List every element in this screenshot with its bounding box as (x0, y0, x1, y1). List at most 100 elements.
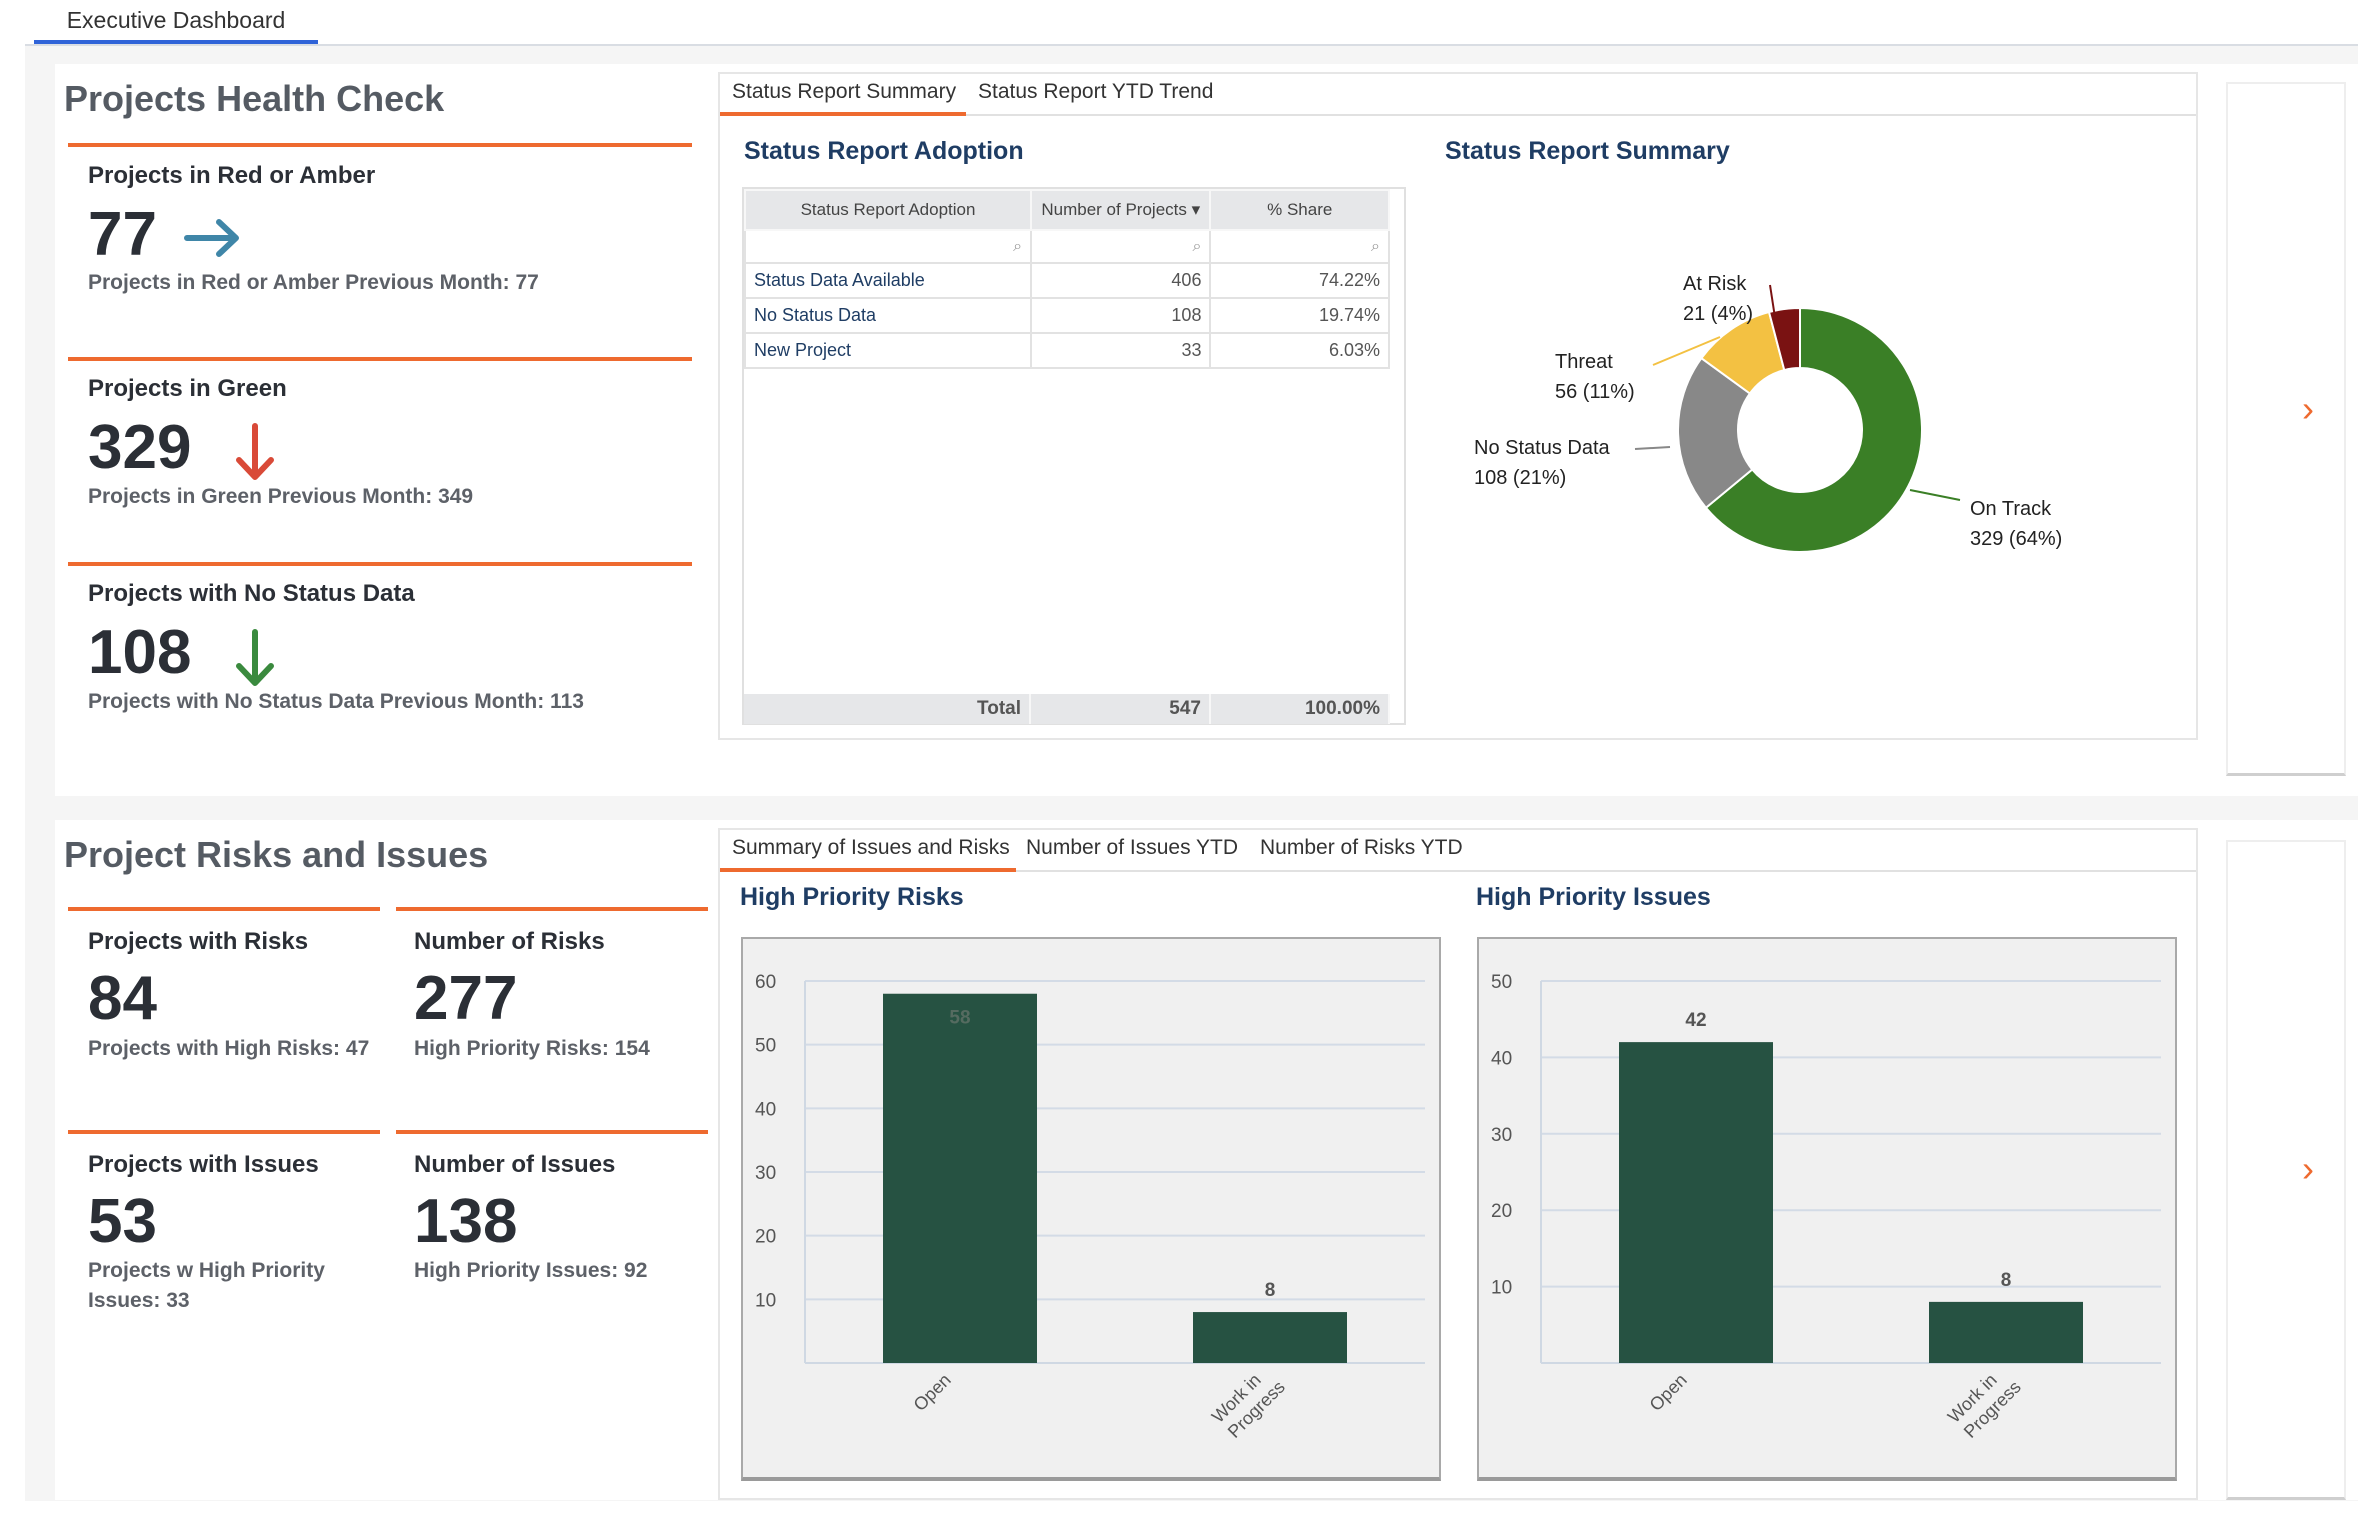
kpi-title: Number of Issues (414, 1151, 616, 1178)
y-tick-label: 60 (755, 972, 776, 993)
y-tick-label: 40 (1491, 1048, 1512, 1069)
kpi-value: 77 (88, 200, 157, 269)
kpi-title: Projects in Green (88, 375, 287, 402)
column-header[interactable]: Status Report Adoption (743, 189, 1033, 231)
section-title-health: Projects Health Check (64, 78, 445, 119)
kpi-value: 138 (414, 1187, 518, 1256)
column-header[interactable]: % Share (1209, 189, 1390, 231)
arrow-right-icon (184, 219, 239, 257)
bar-value-label: 8 (1265, 1280, 1276, 1301)
tab-number-risks-ytd[interactable]: Number of Risks YTD (1260, 836, 1463, 860)
y-tick-label: 50 (755, 1036, 776, 1057)
kpi-subtext: Projects with High Risks: 47 (88, 1037, 370, 1060)
kpi-divider (68, 143, 692, 147)
status-tabstrip: Status Report Summary Status Report YTD … (720, 74, 2196, 116)
issues-bar-chart: 10 20 30 40 50 42 Open 8 Work in Progress (1477, 937, 2177, 1481)
grid-header-row: Status Report Adoption Number of Project… (743, 189, 1390, 231)
label-leader-line (1909, 489, 1961, 501)
kpi-subtext: High Priority Risks: 154 (414, 1037, 650, 1060)
kpi-title: Projects with No Status Data (88, 580, 415, 607)
row-name: New Project (743, 332, 1033, 369)
bar-value-label: 8 (2001, 1270, 2012, 1291)
x-tick-label-line: Open (910, 1370, 955, 1415)
table-row[interactable]: Status Data Available 406 74.22% (743, 262, 1390, 299)
status-donut-chart: On Track 329 (64%) No Status Data 108 (21%)… (1474, 273, 2062, 553)
adoption-grid: Status Report Adoption Number of Project… (742, 187, 1406, 725)
row-count: 108 (1030, 297, 1212, 334)
active-tab-indicator (720, 868, 1016, 872)
x-tick-label: Work inProgress (1208, 1370, 1289, 1442)
kpi-subtext: Projects in Red or Amber Previous Month:… (88, 271, 539, 294)
kpi-subtext: High Priority Issues: 92 (414, 1259, 648, 1282)
row-name: No Status Data (743, 297, 1033, 334)
kpi-value: 84 (88, 964, 157, 1033)
slice-value-label: 329 (64%) (1970, 528, 2062, 550)
kpi-value: 329 (88, 413, 192, 482)
tab-status-report-summary[interactable]: Status Report Summary (732, 80, 956, 104)
total-count: 547 (1031, 694, 1211, 724)
slice-label: On Track (1970, 498, 2052, 520)
summary-chart-title: Status Report Summary (1445, 137, 1730, 165)
tab-executive-dashboard[interactable]: Executive Dashboard (34, 0, 318, 44)
chevron-right-icon[interactable]: › (2302, 388, 2314, 430)
kpi-divider (68, 562, 692, 566)
x-tick-label: Open (910, 1370, 955, 1415)
kpi-divider (68, 357, 692, 361)
kpi-title: Projects with Risks (88, 928, 309, 955)
y-tick-label: 40 (755, 1099, 776, 1120)
bar-open[interactable] (883, 993, 1037, 1363)
y-tick-label: 30 (755, 1163, 776, 1184)
bar-work-in-progress[interactable] (1193, 1312, 1347, 1363)
tab-summary-issues-risks[interactable]: Summary of Issues and Risks (732, 836, 1010, 860)
tab-number-issues-ytd[interactable]: Number of Issues YTD (1026, 836, 1238, 860)
kpi-divider (396, 907, 708, 911)
total-share: 100.00% (1211, 694, 1390, 724)
kpi-title: Projects in Red or Amber (88, 162, 376, 189)
row-share: 6.03% (1209, 332, 1390, 369)
row-name: Status Data Available (743, 262, 1033, 299)
tab-status-report-ytd-trend[interactable]: Status Report YTD Trend (978, 80, 1213, 104)
bar-work-in-progress[interactable] (1929, 1301, 2083, 1363)
top-tab-bar: Executive Dashboard (0, 0, 2358, 46)
filter-cell[interactable]: ⌕ (1209, 229, 1390, 264)
filter-cell[interactable]: ⌕ (743, 229, 1033, 264)
slice-label: At Risk (1683, 273, 1747, 295)
filter-cell[interactable]: ⌕ (1030, 229, 1212, 264)
table-row[interactable]: New Project 33 6.03% (743, 332, 1390, 369)
grid-total-row: Total 547 100.00% (744, 694, 1390, 724)
y-tick-label: 10 (1491, 1278, 1512, 1299)
label-leader-line (1634, 446, 1671, 450)
table-row[interactable]: No Status Data 108 19.74% (743, 297, 1390, 334)
search-icon: ⌕ (1371, 237, 1380, 255)
kpi-value: 277 (414, 964, 518, 1033)
row-count: 33 (1030, 332, 1212, 369)
kpi-divider (68, 907, 380, 911)
collapsed-side-panel: › (2226, 82, 2346, 776)
row-count: 406 (1030, 262, 1212, 299)
adoption-title: Status Report Adoption (744, 137, 1024, 165)
row-share: 19.74% (1209, 297, 1390, 334)
collapsed-side-panel: › (2226, 840, 2346, 1500)
issues-chart-title: High Priority Issues (1476, 883, 1711, 911)
chevron-right-icon[interactable]: › (2302, 1148, 2314, 1190)
slice-value-label: 21 (4%) (1683, 303, 1753, 325)
bar-value-label: 42 (1685, 1010, 1706, 1031)
kpi-subtext: Projects in Green Previous Month: 349 (88, 485, 474, 508)
kpi-title: Projects with Issues (88, 1151, 319, 1178)
risks-bar-chart: 10 20 30 40 50 60 58 Open 8 Work in Progress (741, 937, 1441, 1481)
y-tick-label: 20 (1491, 1201, 1512, 1222)
column-header-sorted[interactable]: Number of Projects ▾ (1030, 189, 1212, 231)
arrow-down-icon (236, 423, 274, 480)
slice-label: No Status Data (1474, 437, 1611, 459)
x-tick-label: Work inProgress (1944, 1370, 2025, 1442)
search-icon: ⌕ (1192, 237, 1202, 255)
risks-chart-title: High Priority Risks (740, 883, 964, 911)
issues-tabstrip: Summary of Issues and Risks Number of Is… (720, 830, 2196, 872)
bar-open[interactable] (1619, 1042, 1773, 1363)
row-share: 74.22% (1209, 262, 1390, 299)
x-tick-label: Open (1646, 1370, 1691, 1415)
y-tick-label: 10 (755, 1290, 776, 1311)
arrow-down-icon (236, 629, 274, 686)
active-tab-indicator (720, 112, 966, 116)
kpi-divider (396, 1130, 708, 1134)
